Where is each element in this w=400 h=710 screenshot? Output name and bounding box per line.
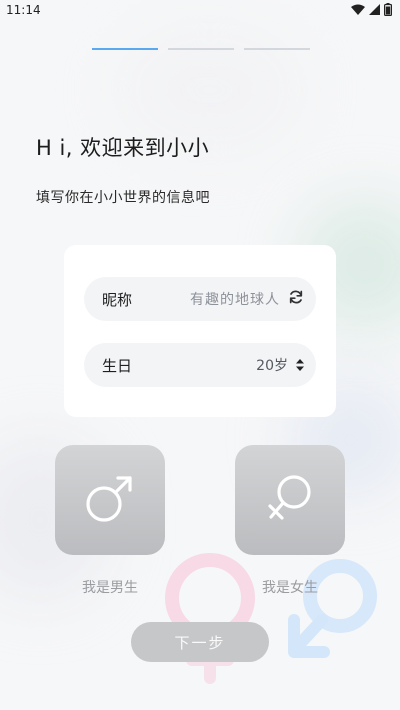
- progress-step-3: [244, 48, 310, 50]
- signal-icon: [369, 4, 380, 15]
- welcome-subtitle: 填写你在小小世界的信息吧: [36, 190, 210, 206]
- next-step-button[interactable]: 下一步: [131, 622, 269, 662]
- male-button[interactable]: [55, 445, 165, 555]
- welcome-title: H i, 欢迎来到小小: [36, 136, 210, 160]
- profile-form-card: 昵称 有趣的地球人 生日 20岁: [64, 245, 336, 417]
- male-label: 我是男生: [82, 580, 138, 596]
- female-button[interactable]: [235, 445, 345, 555]
- male-decoration-icon: [288, 559, 377, 658]
- male-symbol-icon: [80, 468, 140, 532]
- progress-step-1: [92, 48, 158, 50]
- nickname-field[interactable]: 昵称 有趣的地球人: [84, 277, 316, 321]
- status-bar: 11:14: [0, 0, 400, 22]
- battery-icon: [384, 3, 392, 16]
- female-decoration-icon: [165, 553, 255, 684]
- wifi-icon: [351, 4, 365, 15]
- birthday-field[interactable]: 生日 20岁: [84, 343, 316, 387]
- progress-step-2: [168, 48, 234, 50]
- female-symbol-icon: [260, 468, 320, 532]
- nickname-value[interactable]: 有趣的地球人: [190, 289, 280, 309]
- step-progress: [92, 48, 310, 50]
- age-value[interactable]: 20岁: [256, 355, 288, 375]
- nickname-label: 昵称: [102, 290, 133, 309]
- birthday-label: 生日: [102, 356, 133, 375]
- status-time: 11:14: [6, 3, 41, 17]
- sort-updown-icon[interactable]: [296, 356, 304, 375]
- refresh-icon[interactable]: [288, 289, 304, 309]
- female-label: 我是女生: [262, 580, 318, 596]
